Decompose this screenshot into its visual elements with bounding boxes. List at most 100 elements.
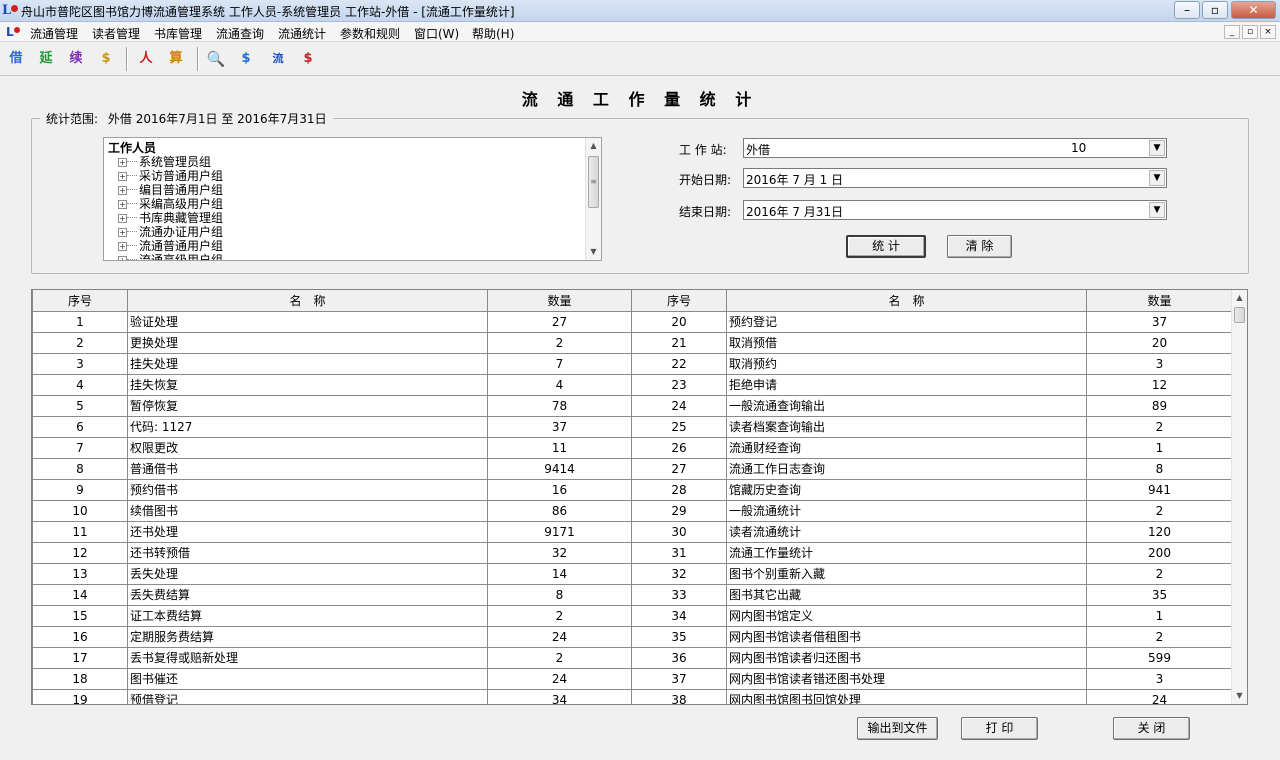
table-row[interactable]: 5 暂停恢复 78 24 一般流通查询输出 89 [32,394,1233,417]
workstation-select[interactable]: 外借 10 ▼ [743,138,1167,158]
cell-count[interactable]: 4 [487,373,632,396]
end-date-picker[interactable]: 2016年 7 月31日 ▼ [743,200,1167,220]
calculator-icon[interactable]: 算 [164,46,188,72]
menu-circulation-query[interactable]: 流通查询 [216,25,264,42]
cell-count[interactable]: 20 [1086,331,1233,354]
cell-count[interactable]: 34 [487,688,632,704]
cell-seq[interactable]: 31 [631,541,727,564]
cell-seq[interactable]: 17 [32,646,128,669]
tree-node[interactable]: + 采访普通用户组 [118,167,223,183]
cell-name[interactable]: 定期服务费结算 [127,625,488,648]
cell-seq[interactable]: 3 [32,352,128,375]
scroll-down-icon[interactable]: ▼ [586,244,601,259]
cell-seq[interactable]: 16 [32,625,128,648]
scroll-up-icon[interactable]: ▲ [586,138,601,153]
cell-count[interactable]: 3 [1086,352,1233,375]
cell-count[interactable]: 24 [487,625,632,648]
cell-name[interactable]: 读者档案查询输出 [726,415,1087,438]
menu-reader-management[interactable]: 读者管理 [92,25,140,42]
expand-icon[interactable]: + [118,186,127,195]
cell-seq[interactable]: 26 [631,436,727,459]
tree-node[interactable]: + 编目普通用户组 [118,181,223,197]
tree-scrollbar[interactable]: ▲ ≡ ▼ [585,138,601,260]
print-button[interactable]: 打 印 [961,717,1038,740]
cell-name[interactable]: 代码: 1127 [127,415,488,438]
cell-name[interactable]: 挂失处理 [127,352,488,375]
export-to-file-button[interactable]: 输出到文件 [857,717,938,740]
cell-name[interactable]: 一般流通查询输出 [726,394,1087,417]
table-row[interactable]: 8 普通借书 9414 27 流通工作日志查询 8 [32,457,1233,480]
tree-node[interactable]: + 系统管理员组 [118,153,211,169]
cell-count[interactable]: 2 [487,604,632,627]
table-row[interactable]: 10 续借图书 86 29 一般流通统计 2 [32,499,1233,522]
table-row[interactable]: 12 还书转预借 32 31 流通工作量统计 200 [32,541,1233,564]
cell-seq[interactable]: 13 [32,562,128,585]
mdi-logo-icon[interactable]: L [6,24,22,40]
tree-node[interactable]: + 书库典藏管理组 [118,209,223,225]
cell-seq[interactable]: 1 [32,310,128,333]
cell-name[interactable]: 流通工作日志查询 [726,457,1087,480]
cell-seq[interactable]: 30 [631,520,727,543]
minimize-button[interactable]: – [1174,1,1200,19]
cell-count[interactable]: 11 [487,436,632,459]
cell-count[interactable]: 2 [1086,415,1233,438]
cell-name[interactable]: 还书处理 [127,520,488,543]
cell-name[interactable]: 取消预借 [726,331,1087,354]
search-book-icon[interactable]: 🔍 [204,46,228,72]
expand-icon[interactable]: + [118,228,127,237]
cell-seq[interactable]: 7 [32,436,128,459]
cell-count[interactable]: 37 [487,415,632,438]
maximize-button[interactable]: ▫ [1202,1,1228,19]
cell-seq[interactable]: 6 [32,415,128,438]
table-row[interactable]: 6 代码: 1127 37 25 读者档案查询输出 2 [32,415,1233,438]
cell-count[interactable]: 599 [1086,646,1233,669]
cell-count[interactable]: 9171 [487,520,632,543]
tree-node[interactable]: + 采编高级用户组 [118,195,223,211]
cell-name[interactable]: 图书催还 [127,667,488,690]
cell-name[interactable]: 流通工作量统计 [726,541,1087,564]
cell-name[interactable]: 图书个别重新入藏 [726,562,1087,585]
table-row[interactable]: 13 丢失处理 14 32 图书个别重新入藏 2 [32,562,1233,585]
cell-seq[interactable]: 32 [631,562,727,585]
mdi-close-button[interactable]: × [1260,25,1276,39]
table-row[interactable]: 19 预借登记 34 38 网内图书馆图书回馆处理 24 [32,688,1233,704]
cell-seq[interactable]: 19 [32,688,128,704]
search-fund-icon[interactable]: $ [234,46,258,72]
fine-payment-icon[interactable]: $ [94,46,118,72]
menu-help[interactable]: 帮助(H) [472,25,514,42]
cell-seq[interactable]: 9 [32,478,128,501]
cell-seq[interactable]: 22 [631,352,727,375]
cell-name[interactable]: 还书转预借 [127,541,488,564]
reader-icon[interactable]: 人 [134,46,158,72]
expand-icon[interactable]: + [118,256,127,260]
cell-count[interactable]: 2 [487,331,632,354]
clear-button[interactable]: 清 除 [947,235,1012,258]
book-return-icon[interactable]: 续 [64,46,88,72]
scrollbar-thumb[interactable]: ≡ [588,156,599,208]
table-row[interactable]: 2 更换处理 2 21 取消预借 20 [32,331,1233,354]
cell-name[interactable]: 预约借书 [127,478,488,501]
expand-icon[interactable]: + [118,172,127,181]
cell-count[interactable]: 8 [1086,457,1233,480]
cell-seq[interactable]: 36 [631,646,727,669]
cell-count[interactable]: 27 [487,310,632,333]
cell-count[interactable]: 37 [1086,310,1233,333]
table-row[interactable]: 18 图书催还 24 37 网内图书馆读者错还图书处理 3 [32,667,1233,690]
cell-count[interactable]: 2 [1086,499,1233,522]
tree-node-label[interactable]: 流通高级用户组 [139,253,223,260]
dropdown-arrow-icon[interactable]: ▼ [1149,170,1165,186]
cell-name[interactable]: 网内图书馆定义 [726,604,1087,627]
table-row[interactable]: 16 定期服务费结算 24 35 网内图书馆读者借租图书 2 [32,625,1233,648]
cell-count[interactable]: 24 [487,667,632,690]
cell-count[interactable]: 8 [487,583,632,606]
table-row[interactable]: 7 权限更改 11 26 流通财经查询 1 [32,436,1233,459]
cell-name[interactable]: 网内图书馆读者错还图书处理 [726,667,1087,690]
menu-stack-management[interactable]: 书库管理 [154,25,202,42]
menu-circulation-management[interactable]: 流通管理 [30,25,78,42]
cell-name[interactable]: 网内图书馆读者归还图书 [726,646,1087,669]
cell-count[interactable]: 14 [487,562,632,585]
start-date-picker[interactable]: 2016年 7 月 1 日 ▼ [743,168,1167,188]
cell-seq[interactable]: 23 [631,373,727,396]
cell-name[interactable]: 预借登记 [127,688,488,704]
cell-seq[interactable]: 21 [631,331,727,354]
